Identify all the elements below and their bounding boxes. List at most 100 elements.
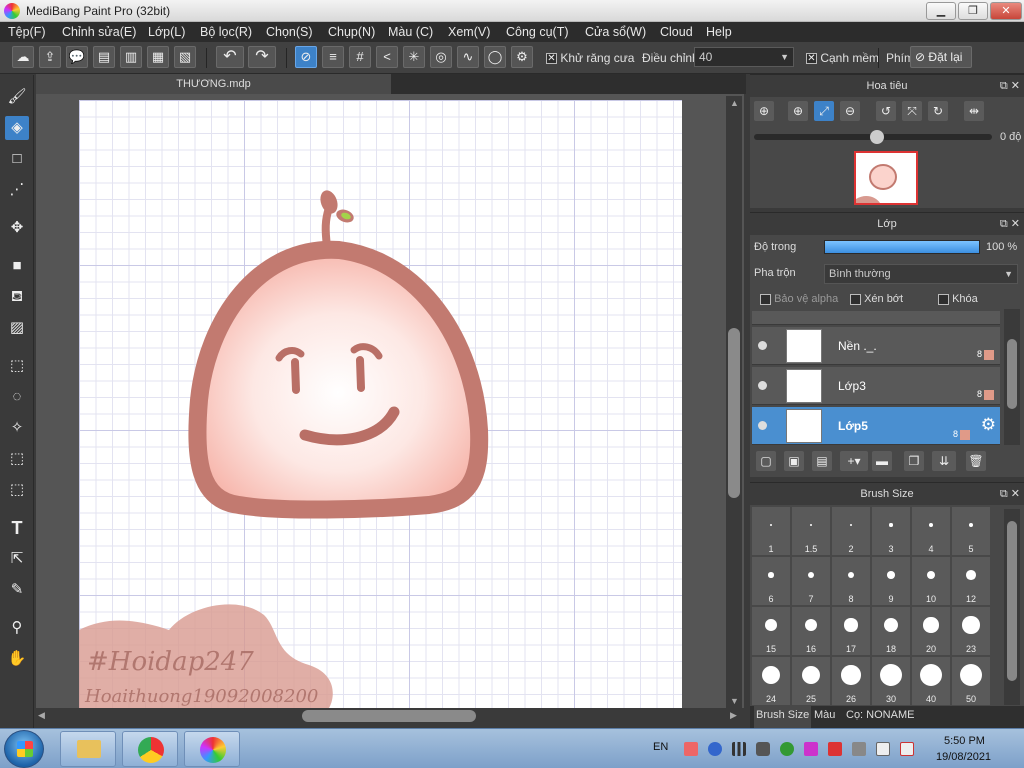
brush-size-cell[interactable]: 7 [792, 557, 830, 605]
lock-checkbox[interactable] [938, 293, 949, 305]
blur-tool-icon[interactable]: ✎ [5, 578, 29, 602]
rectangle-tool-icon[interactable]: □ [5, 147, 29, 171]
menu-color[interactable]: Màu (C) [388, 25, 433, 39]
antialias-checkbox[interactable]: ✕ [546, 53, 557, 65]
parallel-snap-icon[interactable]: ≡ [322, 46, 344, 68]
layer-list-scrollbar[interactable] [1004, 309, 1020, 445]
layer-item[interactable]: Lớp3 8 [752, 367, 1000, 405]
eraser-tool-icon[interactable]: ◈ [5, 116, 29, 140]
rotate-left-icon[interactable]: ↺ [876, 101, 896, 121]
operation-tool-icon[interactable]: ⇱ [5, 547, 29, 571]
protect-alpha-checkbox[interactable] [760, 293, 771, 305]
blend-mode-dropdown[interactable]: Bình thường ▼ [824, 264, 1018, 284]
brush-size-cell[interactable]: 4 [912, 507, 950, 555]
radial-snap-icon[interactable]: ✳ [403, 46, 425, 68]
rotation-slider[interactable] [754, 130, 992, 144]
device-icon[interactable] [876, 742, 890, 756]
zoom-out-icon[interactable]: ⊖ [840, 101, 860, 121]
tray-app-icon[interactable] [684, 742, 698, 756]
clip-checkbox[interactable] [850, 293, 861, 305]
brush-size-cell[interactable]: 16 [792, 607, 830, 655]
cloud-icon[interactable]: ☁ [12, 46, 34, 68]
rotate-fit-icon[interactable]: ⤧ [902, 101, 922, 121]
document-icon[interactable]: ▥ [120, 46, 142, 68]
brush-grid-scrollbar[interactable] [1004, 509, 1020, 705]
lasso-tool-icon[interactable]: ◌ [5, 385, 29, 409]
brush-size-cell[interactable]: 5 [952, 507, 990, 555]
brush-size-cell[interactable]: 9 [872, 557, 910, 605]
adjust-dropdown[interactable]: 40 ▼ [694, 47, 794, 67]
close-button[interactable]: ✕ [990, 2, 1022, 20]
brush-size-cell[interactable]: 40 [912, 657, 950, 705]
move-tool-icon[interactable]: ✥ [5, 216, 29, 240]
brush-size-cell[interactable]: 17 [832, 607, 870, 655]
language-indicator[interactable]: EN [653, 741, 668, 753]
zoom-in-icon[interactable]: ⊕ [788, 101, 808, 121]
eyedropper-tool-icon[interactable]: ⚲ [5, 616, 29, 640]
opacity-slider[interactable] [824, 240, 980, 254]
grid-snap-icon[interactable]: # [349, 46, 371, 68]
layer-scroll-thumb[interactable] [1007, 339, 1017, 409]
brush-size-cell[interactable]: 18 [872, 607, 910, 655]
menu-help[interactable]: Help [706, 25, 732, 39]
tab-brush-size[interactable]: Brush Size [754, 706, 812, 728]
vertical-scroll-thumb[interactable] [728, 328, 740, 498]
brush-size-cell[interactable]: 3 [872, 507, 910, 555]
canvas-vertical-scrollbar[interactable]: ▲ ▼ [726, 96, 742, 710]
select-rect-tool-icon[interactable]: ⬚ [5, 354, 29, 378]
brush-size-cell[interactable]: 8 [832, 557, 870, 605]
taskbar-explorer[interactable] [60, 731, 116, 767]
fit-window-icon[interactable]: ⤢ [814, 101, 834, 121]
undo-icon[interactable]: ↶ [216, 46, 244, 68]
layer-item-selected[interactable]: Lớp5 8 ⚙ [752, 407, 1000, 445]
menu-tools[interactable]: Công cụ(T) [506, 25, 569, 39]
network-icon[interactable] [780, 742, 794, 756]
clipboard-icon[interactable] [852, 742, 866, 756]
brush-size-cell[interactable]: 10 [912, 557, 950, 605]
viber-icon[interactable] [804, 742, 818, 756]
document-tab[interactable]: THƯƠNG.mdp [36, 74, 391, 94]
panel-icon[interactable]: ▧ [174, 46, 196, 68]
taskbar-chrome[interactable] [122, 731, 178, 767]
brush-size-cell[interactable]: 2 [832, 507, 870, 555]
brush-size-cell[interactable]: 6 [752, 557, 790, 605]
redo-icon[interactable]: ↷ [248, 46, 276, 68]
flip-icon[interactable]: ⇹ [964, 101, 984, 121]
menu-cloud[interactable]: Cloud [660, 25, 693, 39]
brush-size-cell[interactable]: 15 [752, 607, 790, 655]
brush-size-cell[interactable]: 24 [752, 657, 790, 705]
rotation-slider-knob[interactable] [870, 130, 884, 144]
brush-size-cell[interactable]: 26 [832, 657, 870, 705]
rotate-right-icon[interactable]: ↻ [928, 101, 948, 121]
drawing-canvas[interactable]: #Hoidap247 Hoaithuong19092008200 [79, 100, 682, 708]
layer-settings-gear-icon[interactable]: ⚙ [981, 415, 996, 435]
share-icon[interactable]: ⇪ [39, 46, 61, 68]
smooth-checkbox[interactable]: ✕ [806, 53, 817, 65]
brush-size-cell[interactable]: 1 [752, 507, 790, 555]
tab-brush[interactable]: Cọ: NONAME [846, 709, 914, 721]
brush-size-cell[interactable]: 25 [792, 657, 830, 705]
volume-icon[interactable] [756, 742, 770, 756]
brush-size-cell[interactable]: 1.5 [792, 507, 830, 555]
trash-icon[interactable]: 🗑 [966, 451, 986, 471]
menu-filter[interactable]: Bộ lọc(R) [200, 25, 252, 39]
ellipse-snap-icon[interactable]: ◯ [484, 46, 506, 68]
antivirus-icon[interactable] [828, 742, 842, 756]
magic-wand-tool-icon[interactable]: ✧ [5, 416, 29, 440]
dot-tool-icon[interactable]: ⋰ [5, 178, 29, 202]
settings-gear-icon[interactable]: ⚙ [511, 46, 533, 68]
clock-time[interactable]: 5:50 PM [944, 735, 985, 747]
visibility-eye-icon[interactable] [758, 381, 767, 390]
panel-float-close-icon[interactable]: ⧉ ✕ [1000, 75, 1020, 97]
hand-tool-icon[interactable]: ✋ [5, 647, 29, 671]
start-button[interactable] [4, 730, 44, 768]
canvas-horizontal-scrollbar[interactable]: ◀ ▶ [36, 708, 744, 724]
menu-capture[interactable]: Chụp(N) [328, 25, 375, 39]
fill-rect-tool-icon[interactable]: ■ [5, 254, 29, 278]
layout-icon[interactable]: ▦ [147, 46, 169, 68]
menu-view[interactable]: Xem(V) [448, 25, 490, 39]
new-layer-icon[interactable]: ▢ [756, 451, 776, 471]
restore-button[interactable]: ❐ [958, 2, 988, 20]
menu-edit[interactable]: Chỉnh sửa(E) [62, 25, 136, 39]
brush-scroll-thumb[interactable] [1007, 521, 1017, 681]
